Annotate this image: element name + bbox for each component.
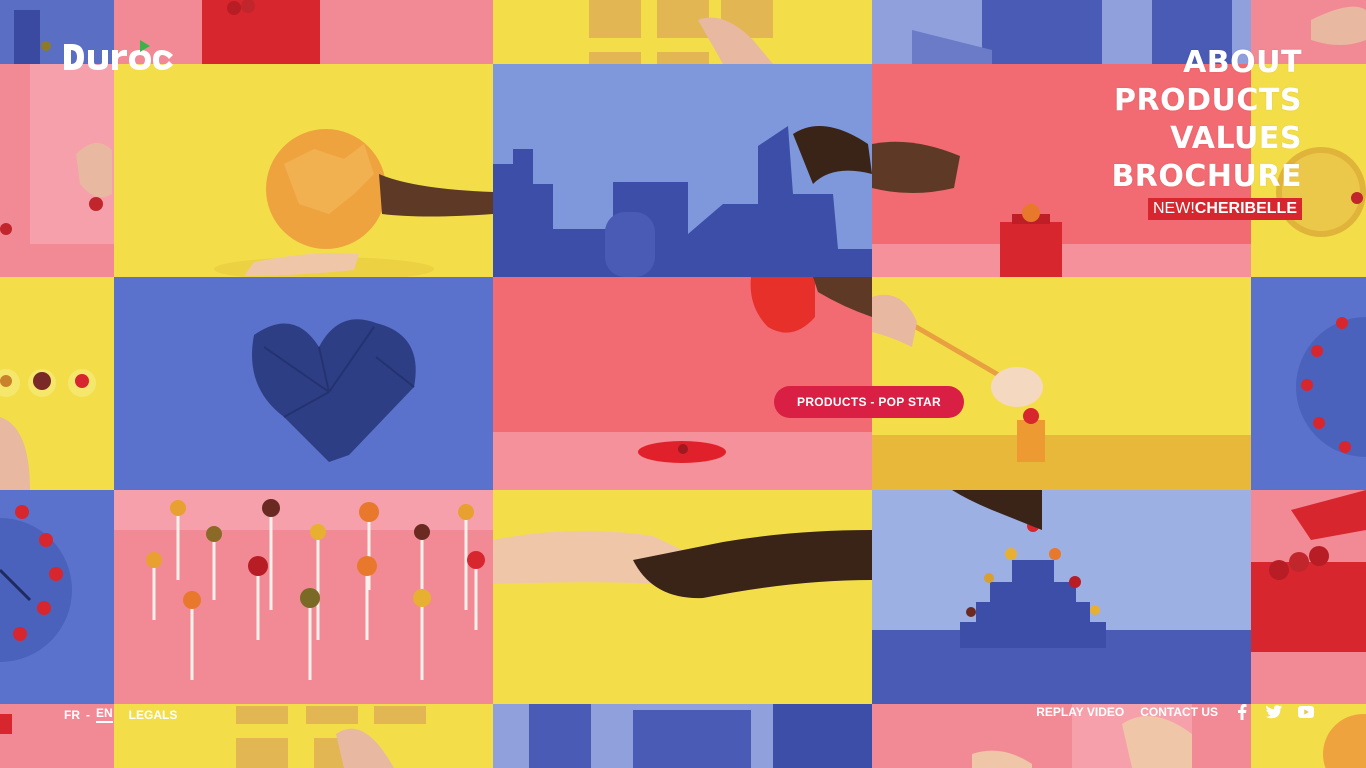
- grid-tile[interactable]: [493, 0, 872, 64]
- lang-en[interactable]: EN: [96, 706, 113, 723]
- nav-brochure[interactable]: BROCHURE: [1111, 158, 1302, 196]
- grid-tile[interactable]: [493, 704, 872, 768]
- twitter-icon[interactable]: [1266, 704, 1282, 720]
- nav-about[interactable]: ABOUT: [1111, 44, 1302, 82]
- grid-tile[interactable]: [0, 490, 114, 704]
- lang-fr[interactable]: FR: [64, 708, 80, 722]
- facebook-icon[interactable]: [1234, 704, 1250, 720]
- nav-values[interactable]: VALUES: [1111, 120, 1302, 158]
- grid-tile[interactable]: [493, 490, 872, 704]
- legals-link[interactable]: LEGALS: [129, 708, 178, 722]
- cheribelle-label: CHERIBELLE: [1194, 200, 1297, 217]
- grid-tile[interactable]: [114, 490, 493, 704]
- new-cheribelle-link[interactable]: NEW!CHERIBELLE: [1147, 198, 1302, 220]
- grid-tile[interactable]: [1251, 277, 1366, 490]
- nav-products[interactable]: PRODUCTS: [1111, 82, 1302, 120]
- grid-tile[interactable]: [493, 64, 872, 277]
- grid-tile[interactable]: [493, 277, 872, 490]
- grid-tile[interactable]: [1251, 490, 1366, 704]
- grid-tile[interactable]: [872, 277, 1251, 490]
- grid-tile[interactable]: [0, 277, 114, 490]
- grid-tile[interactable]: [872, 490, 1251, 704]
- replay-video-link[interactable]: REPLAY VIDEO: [1036, 705, 1124, 719]
- youtube-icon[interactable]: [1298, 704, 1314, 720]
- tile-hover-label[interactable]: PRODUCTS - POP STAR: [774, 386, 964, 418]
- grid-tile[interactable]: [0, 64, 114, 277]
- duroc-logo[interactable]: duroc: [62, 38, 174, 72]
- main-nav: ABOUT PRODUCTS VALUES BROCHURE NEW!CHERI…: [1111, 44, 1302, 220]
- new-label: NEW!: [1152, 200, 1195, 217]
- grid-tile[interactable]: [114, 64, 493, 277]
- footer-left: FR - EN LEGALS: [64, 706, 177, 723]
- contact-us-link[interactable]: CONTACT US: [1140, 705, 1218, 719]
- grid-tile[interactable]: [114, 277, 493, 490]
- footer-right: REPLAY VIDEO CONTACT US: [1036, 704, 1314, 720]
- lang-separator: -: [86, 707, 90, 722]
